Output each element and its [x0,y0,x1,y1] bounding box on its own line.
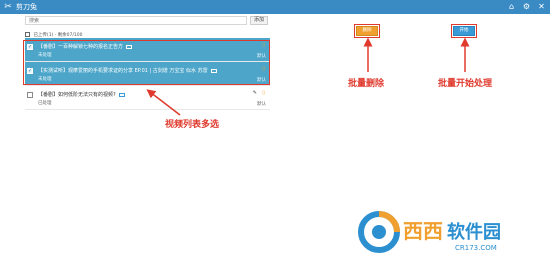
video-status: 已处理 [38,101,52,106]
select-all-checkbox[interactable] [25,32,30,37]
row-checkbox[interactable] [27,92,33,98]
pencil-icon[interactable]: ✎ [253,90,257,96]
svg-text:软件园: 软件园 [447,221,501,243]
rabbit-logo-icon: ✂ [4,2,12,12]
search-input[interactable] [25,16,247,25]
add-button[interactable]: 添加 [250,16,268,25]
window-controls: ⌂ ⚙ ✕ [507,2,546,11]
svg-text:CR173.COM: CR173.COM [455,244,497,252]
site-watermark: 西西 软件园 CR173.COM [355,208,535,254]
list-item[interactable]: 【番剧】如何低阶无法只有的视频? 已处理 ✎ ▯ 默认 [25,86,270,110]
trash-icon[interactable]: ▯ [262,90,265,96]
batch-start-button[interactable]: 开始 [453,26,475,36]
multi-select-note: 视频列表多选 [165,120,220,130]
watermark-logo-icon: 西西 软件园 CR173.COM [358,211,501,253]
batch-delete-note: 批量删除 [348,79,385,89]
multi-select-highlight [23,40,270,85]
row-action[interactable]: 默认 [257,101,266,107]
home-icon[interactable]: ⌂ [507,2,516,11]
close-icon[interactable]: ✕ [537,2,546,11]
batch-start-note: 批量开始处理 [438,79,493,89]
subtitle-icon [118,92,125,97]
video-title: 【番剧】如何低阶无法只有的视频? [38,91,125,98]
app-title: 剪刀兔 [16,3,37,11]
gear-icon[interactable]: ⚙ [522,2,531,11]
batch-delete-button[interactable]: 删除 [356,26,378,36]
title-bar: ✂ 剪刀兔 ⌂ ⚙ ✕ [0,0,550,14]
svg-text:西西: 西西 [403,219,443,243]
